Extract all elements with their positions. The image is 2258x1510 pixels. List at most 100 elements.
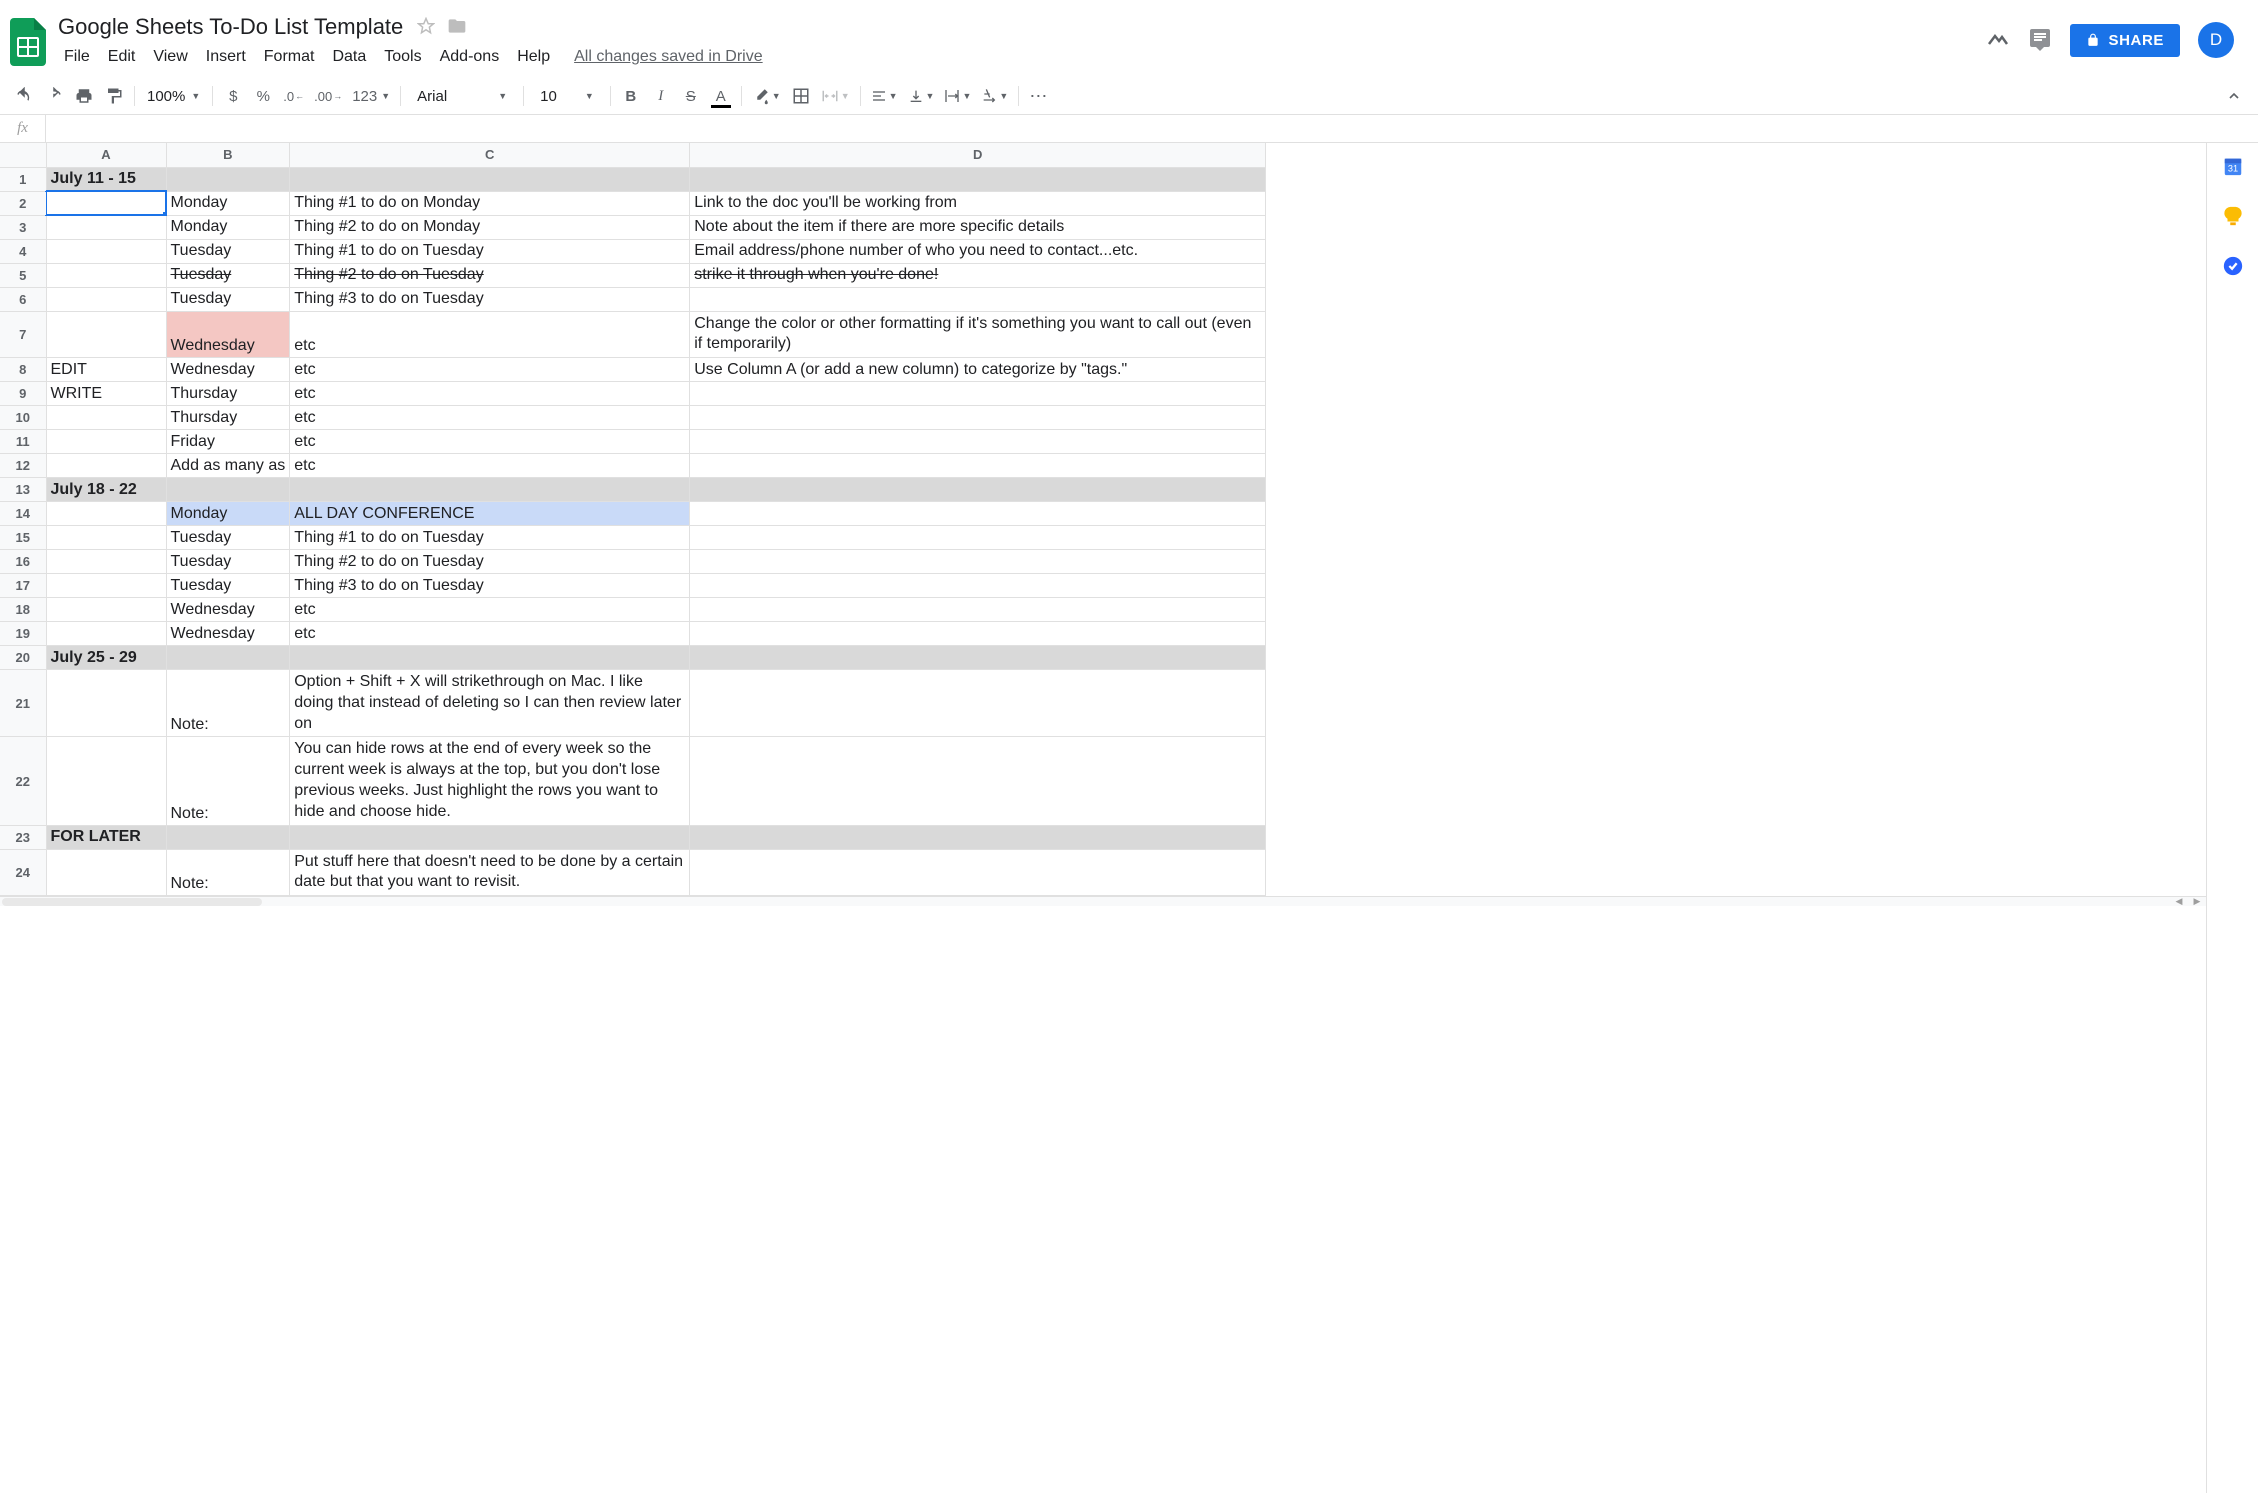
row-header[interactable]: 22 [0, 737, 46, 825]
scroll-thumb[interactable] [2, 898, 262, 906]
cell-B3[interactable]: Monday [166, 215, 290, 239]
cell-D20[interactable] [690, 646, 1266, 670]
comments-icon[interactable] [2028, 27, 2052, 54]
cell-B20[interactable] [166, 646, 290, 670]
cell-A12[interactable] [46, 454, 166, 478]
scroll-left-icon[interactable]: ◀ [2170, 897, 2188, 907]
text-color-button[interactable]: A [707, 82, 735, 110]
more-formats-button[interactable]: 123▼ [348, 82, 394, 110]
row-header[interactable]: 13 [0, 478, 46, 502]
cell-C22[interactable]: You can hide rows at the end of every we… [290, 737, 690, 825]
row-header[interactable]: 4 [0, 239, 46, 263]
paint-format-button[interactable] [100, 82, 128, 110]
move-folder-icon[interactable] [447, 16, 467, 39]
cell-A4[interactable] [46, 239, 166, 263]
cell-B14[interactable]: Monday [166, 502, 290, 526]
row-header[interactable]: 3 [0, 215, 46, 239]
cell-D8[interactable]: Use Column A (or add a new column) to ca… [690, 358, 1266, 382]
cell-C6[interactable]: Thing #3 to do on Tuesday [290, 287, 690, 311]
row-header[interactable]: 6 [0, 287, 46, 311]
cell-D22[interactable] [690, 737, 1266, 825]
undo-button[interactable] [10, 82, 38, 110]
keep-icon[interactable] [2222, 205, 2244, 227]
menu-data[interactable]: Data [324, 44, 374, 70]
cell-A23[interactable]: FOR LATER [46, 825, 166, 849]
spreadsheet-grid[interactable]: ABCD1July 11 - 152MondayThing #1 to do o… [0, 143, 2206, 1493]
cell-D7[interactable]: Change the color or other formatting if … [690, 311, 1266, 358]
italic-button[interactable]: I [647, 82, 675, 110]
cell-B15[interactable]: Tuesday [166, 526, 290, 550]
cell-C21[interactable]: Option + Shift + X will strikethrough on… [290, 670, 690, 737]
cell-C23[interactable] [290, 825, 690, 849]
more-toolbar-button[interactable]: ⋯ [1025, 82, 1053, 110]
cell-A14[interactable] [46, 502, 166, 526]
cell-B11[interactable]: Friday [166, 430, 290, 454]
share-button[interactable]: SHARE [2070, 24, 2180, 57]
vertical-align-button[interactable]: ▼ [904, 82, 939, 110]
row-header[interactable]: 15 [0, 526, 46, 550]
cell-C3[interactable]: Thing #2 to do on Monday [290, 215, 690, 239]
cell-B9[interactable]: Thursday [166, 382, 290, 406]
redo-button[interactable] [40, 82, 68, 110]
row-header[interactable]: 18 [0, 598, 46, 622]
cell-C5[interactable]: Thing #2 to do on Tuesday [290, 263, 690, 287]
document-title[interactable]: Google Sheets To-Do List Template [56, 14, 405, 40]
collapse-toolbar-button[interactable] [2220, 82, 2248, 110]
cell-B17[interactable]: Tuesday [166, 574, 290, 598]
cell-A16[interactable] [46, 550, 166, 574]
cell-A15[interactable] [46, 526, 166, 550]
row-header[interactable]: 24 [0, 849, 46, 896]
cell-D6[interactable] [690, 287, 1266, 311]
cell-C15[interactable]: Thing #1 to do on Tuesday [290, 526, 690, 550]
cell-D17[interactable] [690, 574, 1266, 598]
cell-A24[interactable] [46, 849, 166, 896]
cell-B18[interactable]: Wednesday [166, 598, 290, 622]
cell-D21[interactable] [690, 670, 1266, 737]
cell-D23[interactable] [690, 825, 1266, 849]
cell-A3[interactable] [46, 215, 166, 239]
horizontal-scrollbar[interactable]: ◀ ▶ [0, 896, 2206, 906]
tasks-icon[interactable] [2222, 255, 2244, 277]
cell-C10[interactable]: etc [290, 406, 690, 430]
cell-B16[interactable]: Tuesday [166, 550, 290, 574]
star-icon[interactable] [417, 17, 435, 38]
cell-C7[interactable]: etc [290, 311, 690, 358]
scroll-right-icon[interactable]: ▶ [2188, 897, 2206, 907]
cell-B2[interactable]: Monday [166, 191, 290, 215]
cell-D14[interactable] [690, 502, 1266, 526]
row-header[interactable]: 19 [0, 622, 46, 646]
text-rotation-button[interactable]: ▼ [977, 82, 1012, 110]
row-header[interactable]: 14 [0, 502, 46, 526]
sheets-logo[interactable] [8, 16, 48, 68]
row-header[interactable]: 8 [0, 358, 46, 382]
column-header-D[interactable]: D [690, 143, 1266, 167]
horizontal-align-button[interactable]: ▼ [867, 82, 902, 110]
cell-C18[interactable]: etc [290, 598, 690, 622]
format-currency-button[interactable]: $ [219, 82, 247, 110]
cell-C12[interactable]: etc [290, 454, 690, 478]
cell-D15[interactable] [690, 526, 1266, 550]
cell-A10[interactable] [46, 406, 166, 430]
menu-tools[interactable]: Tools [376, 44, 429, 70]
cell-D13[interactable] [690, 478, 1266, 502]
fill-color-button[interactable]: ▼ [748, 82, 785, 110]
cell-A1[interactable]: July 11 - 15 [46, 167, 166, 191]
cell-B7[interactable]: Wednesday [166, 311, 290, 358]
cell-C1[interactable] [290, 167, 690, 191]
column-header-B[interactable]: B [166, 143, 290, 167]
print-button[interactable] [70, 82, 98, 110]
borders-button[interactable] [787, 82, 815, 110]
cell-C13[interactable] [290, 478, 690, 502]
cell-A19[interactable] [46, 622, 166, 646]
cell-B22[interactable]: Note: [166, 737, 290, 825]
row-header[interactable]: 23 [0, 825, 46, 849]
cell-B10[interactable]: Thursday [166, 406, 290, 430]
cell-A22[interactable] [46, 737, 166, 825]
cell-B19[interactable]: Wednesday [166, 622, 290, 646]
cell-A8[interactable]: EDIT [46, 358, 166, 382]
cell-D4[interactable]: Email address/phone number of who you ne… [690, 239, 1266, 263]
cell-D24[interactable] [690, 849, 1266, 896]
cell-A17[interactable] [46, 574, 166, 598]
cell-D11[interactable] [690, 430, 1266, 454]
cell-D16[interactable] [690, 550, 1266, 574]
